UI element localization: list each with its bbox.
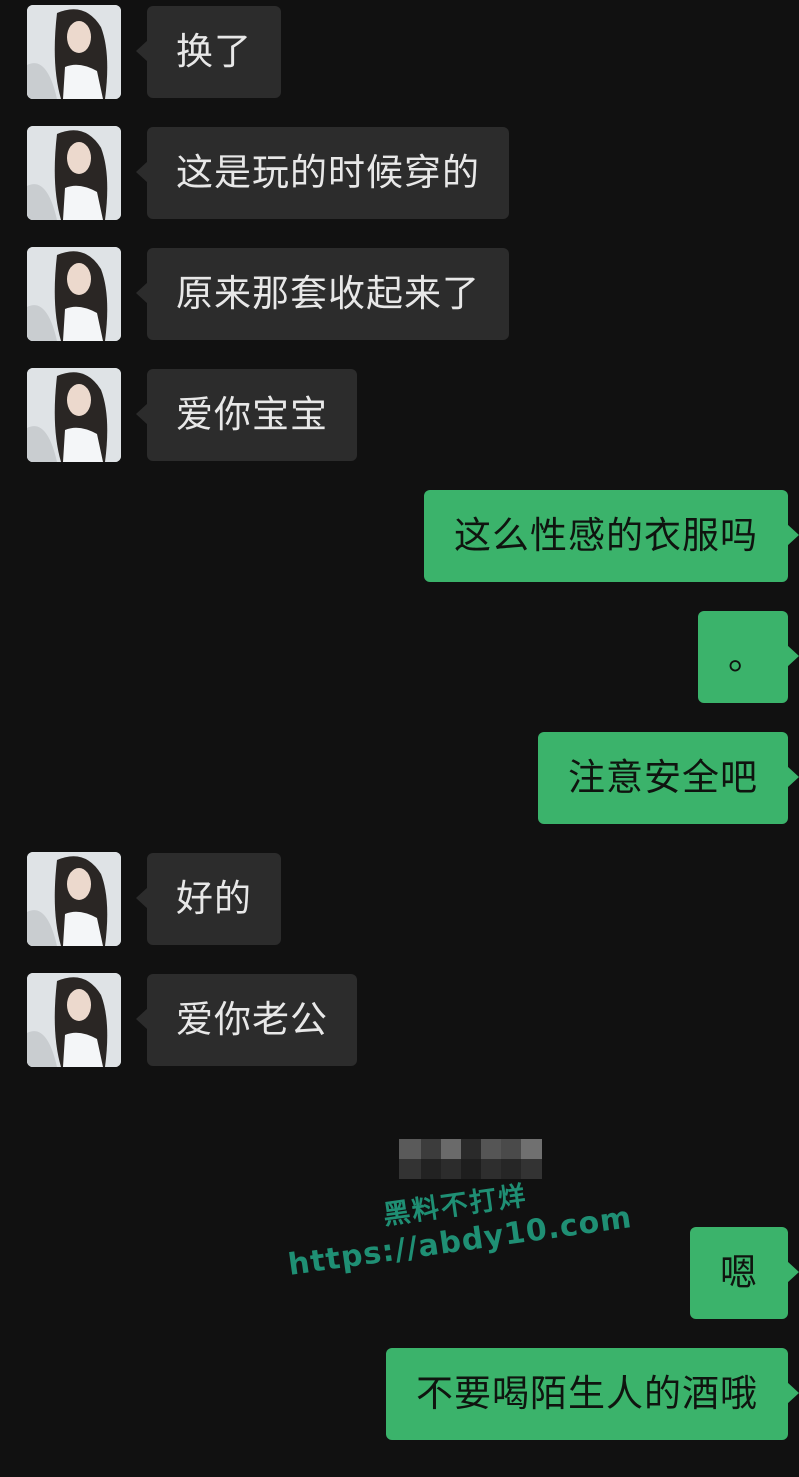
- contact-avatar[interactable]: [27, 5, 121, 99]
- incoming-bubble[interactable]: 爱你老公: [136, 974, 357, 1066]
- contact-avatar[interactable]: [27, 126, 121, 220]
- incoming-bubble[interactable]: 这是玩的时候穿的: [136, 127, 509, 219]
- contact-avatar[interactable]: [27, 247, 121, 341]
- incoming-bubble[interactable]: 好的: [136, 853, 281, 945]
- outgoing-bubble[interactable]: 嗯: [690, 1227, 799, 1319]
- outgoing-bubble[interactable]: 不要喝陌生人的酒哦: [386, 1348, 799, 1440]
- outgoing-bubble[interactable]: 。: [698, 611, 799, 703]
- incoming-bubble[interactable]: 原来那套收起来了: [136, 248, 509, 340]
- pixelated-timestamp: [399, 1139, 542, 1179]
- contact-avatar[interactable]: [27, 852, 121, 946]
- watermark-overlay: 黑料不打烊 https://abdy10.com: [275, 1165, 645, 1314]
- contact-avatar[interactable]: [27, 973, 121, 1067]
- outgoing-bubble[interactable]: 这么性感的衣服吗: [424, 490, 799, 582]
- incoming-bubble[interactable]: 换了: [136, 6, 281, 98]
- outgoing-bubble[interactable]: 注意安全吧: [538, 732, 799, 824]
- contact-avatar[interactable]: [27, 368, 121, 462]
- incoming-bubble[interactable]: 爱你宝宝: [136, 369, 357, 461]
- chat-message-list[interactable]: 换了 这是玩的时候穿的 原来那套收起来了 爱你宝宝 这么性感的衣服吗 。 注意安…: [0, 0, 799, 1477]
